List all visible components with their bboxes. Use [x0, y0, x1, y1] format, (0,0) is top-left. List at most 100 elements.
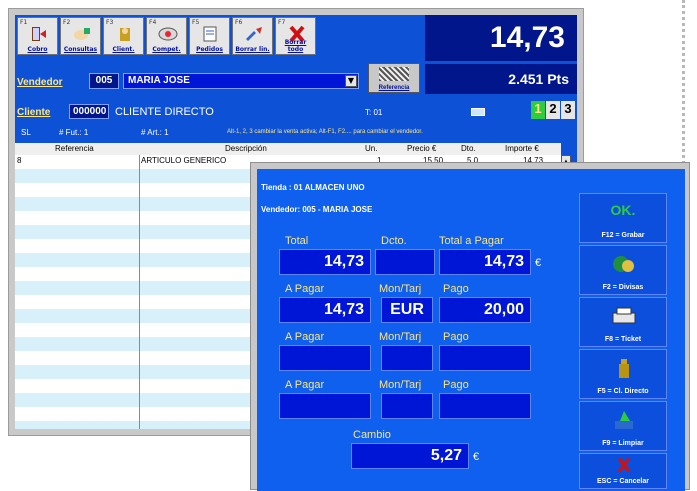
compare-icon [158, 27, 178, 41]
status-articles: # Art.: 1 [141, 128, 169, 137]
orders-icon [203, 26, 217, 42]
euro-symbol: € [473, 451, 480, 463]
sale-slot-3[interactable]: 3 [561, 101, 575, 119]
seller-label[interactable]: Vendedor [17, 77, 63, 88]
col-importe[interactable]: Importe € [505, 144, 539, 153]
col-descripcion[interactable]: Descripción [225, 144, 267, 153]
currency-icon [613, 256, 634, 272]
col-referencia[interactable]: Referencia [55, 144, 94, 153]
pay2-amount-field[interactable] [279, 345, 371, 371]
direct-client-button-label: F5 = Cl. Directo [597, 388, 649, 395]
pago-label: Pago [443, 379, 469, 391]
toolbar-button-label: Compet. [152, 46, 181, 53]
fkey-label: F2 [63, 19, 71, 26]
exit-icon [32, 27, 46, 41]
mon-tar-label: Mon/Tarj [379, 331, 422, 343]
toolbar-button-label: Borrar todo [284, 39, 307, 53]
column-divider [139, 155, 140, 429]
toolbar-button-pedidos[interactable]: F5 Pedidos [189, 17, 230, 55]
clean-button[interactable]: F9 = Limpiar [579, 401, 667, 451]
pay2-currency-field[interactable] [381, 345, 433, 371]
a-pagar-label: A Pagar [285, 331, 325, 343]
save-button-label: F12 = Grabar [601, 232, 645, 239]
printer-icon [612, 307, 636, 324]
currency-button[interactable]: F2 = Divisas [579, 245, 667, 295]
pay1-amount-field[interactable]: 14,73 [279, 297, 371, 323]
euro-symbol: € [535, 257, 542, 269]
dto-label: Dcto. [381, 235, 407, 247]
pay3-paid-field[interactable] [439, 393, 531, 419]
cambio-field: 5,27 [351, 443, 469, 469]
reference-label: Referencia [378, 85, 410, 91]
pay3-currency-field[interactable] [381, 393, 433, 419]
sale-slot-1[interactable]: 1 [531, 101, 545, 119]
save-button[interactable]: OK. F12 = Grabar [579, 193, 667, 243]
cambio-label: Cambio [353, 429, 391, 441]
toolbar-button-cobro[interactable]: F1 Cobro [17, 17, 58, 55]
client-icon [120, 28, 130, 41]
a-pagar-label: A Pagar [285, 379, 325, 391]
pago-label: Pago [443, 331, 469, 343]
sale-slot-2[interactable]: 2 [546, 101, 560, 119]
clean-button-label: F9 = Limpiar [602, 440, 644, 447]
dto-field[interactable] [375, 249, 435, 275]
fkey-label: F5 [192, 19, 200, 26]
seller-select[interactable]: MARIA JOSE ▼ [123, 73, 359, 89]
clean-icon [615, 411, 633, 429]
customer-name: CLIENTE DIRECTO [115, 106, 214, 118]
chevron-down-icon[interactable]: ▼ [345, 75, 357, 87]
currency-button-label: F2 = Divisas [602, 284, 644, 291]
reference-button[interactable]: Referencia [368, 63, 420, 93]
fkey-label: F1 [20, 19, 28, 26]
payment-dialog-body: Tienda : 01 ALMACEN UNO Vendedor: 005 - … [257, 169, 685, 491]
fkey-label: F3 [106, 19, 114, 26]
toolbar-button-compet[interactable]: F4 Compet. [146, 17, 187, 55]
dialog-seller: Vendedor: 005 - MARIA JOSE [261, 205, 373, 214]
toolbar-button-label: Client. [112, 46, 135, 53]
status-sl: SL [21, 128, 31, 137]
terminal-label: T: 01 [365, 108, 383, 117]
col-dto[interactable]: Dto. [461, 144, 476, 153]
a-pagar-label: A Pagar [285, 283, 325, 295]
pago-label: Pago [443, 283, 469, 295]
customer-label[interactable]: Cliente [17, 107, 50, 118]
ok-icon: OK. [610, 202, 636, 218]
toolbar-button-label: Pedidos [196, 46, 223, 53]
pay1-currency-field[interactable]: EUR [381, 297, 433, 323]
ticket-button[interactable]: F8 = Ticket [579, 297, 667, 347]
toolbar-button-borrar-lin[interactable]: F6 Borrar lin. [232, 17, 273, 55]
cancel-button[interactable]: ESC = Cancelar [579, 453, 667, 489]
toolbar-button-client[interactable]: F3 Client. [103, 17, 144, 55]
pay3-amount-field[interactable] [279, 393, 371, 419]
keyboard-icon[interactable] [471, 108, 485, 116]
cell-ref: 8 [17, 156, 22, 165]
cancel-icon [617, 457, 631, 473]
pay1-paid-field[interactable]: 20,00 [439, 297, 531, 323]
toolbar-button-consultas[interactable]: F2 Consultas [60, 17, 101, 55]
col-un[interactable]: Un. [365, 144, 377, 153]
cell-desc: ARTICULO GENERICO [141, 156, 227, 165]
fkey-label: F4 [149, 19, 157, 26]
cancel-button-label: ESC = Cancelar [597, 478, 649, 485]
seller-code-field[interactable]: 005 [89, 73, 119, 89]
erase-line-icon [246, 27, 262, 41]
status-lines: # Fut.: 1 [59, 128, 89, 137]
toolbar-button-label: Consultas [63, 46, 98, 53]
customer-code-field[interactable]: 000000 [69, 104, 109, 119]
toolbar-button-label: Borrar lin. [235, 46, 270, 53]
fkey-label: F7 [278, 19, 286, 26]
total-field: 14,73 [279, 249, 371, 275]
col-precio[interactable]: Precio € [407, 144, 436, 153]
direct-client-button[interactable]: F5 = Cl. Directo [579, 349, 667, 399]
dialog-store: Tienda : 01 ALMACEN UNO [261, 183, 365, 192]
pay2-paid-field[interactable] [439, 345, 531, 371]
status-hint: Alt-1, 2, 3 cambiar la venta activa; Alt… [227, 129, 423, 135]
mon-tar-label: Mon/Tarj [379, 283, 422, 295]
toolbar-button-borrar-todo[interactable]: F7 Borrar todo [275, 17, 316, 55]
payment-dialog: Tienda : 01 ALMACEN UNO Vendedor: 005 - … [250, 162, 690, 491]
total-pagar-label: Total a Pagar [439, 235, 504, 247]
mon-tar-label: Mon/Tarj [379, 379, 422, 391]
points-display: 2.451 Pts [425, 64, 577, 94]
barcode-icon [379, 67, 409, 81]
total-pagar-field: 14,73 [439, 249, 531, 275]
